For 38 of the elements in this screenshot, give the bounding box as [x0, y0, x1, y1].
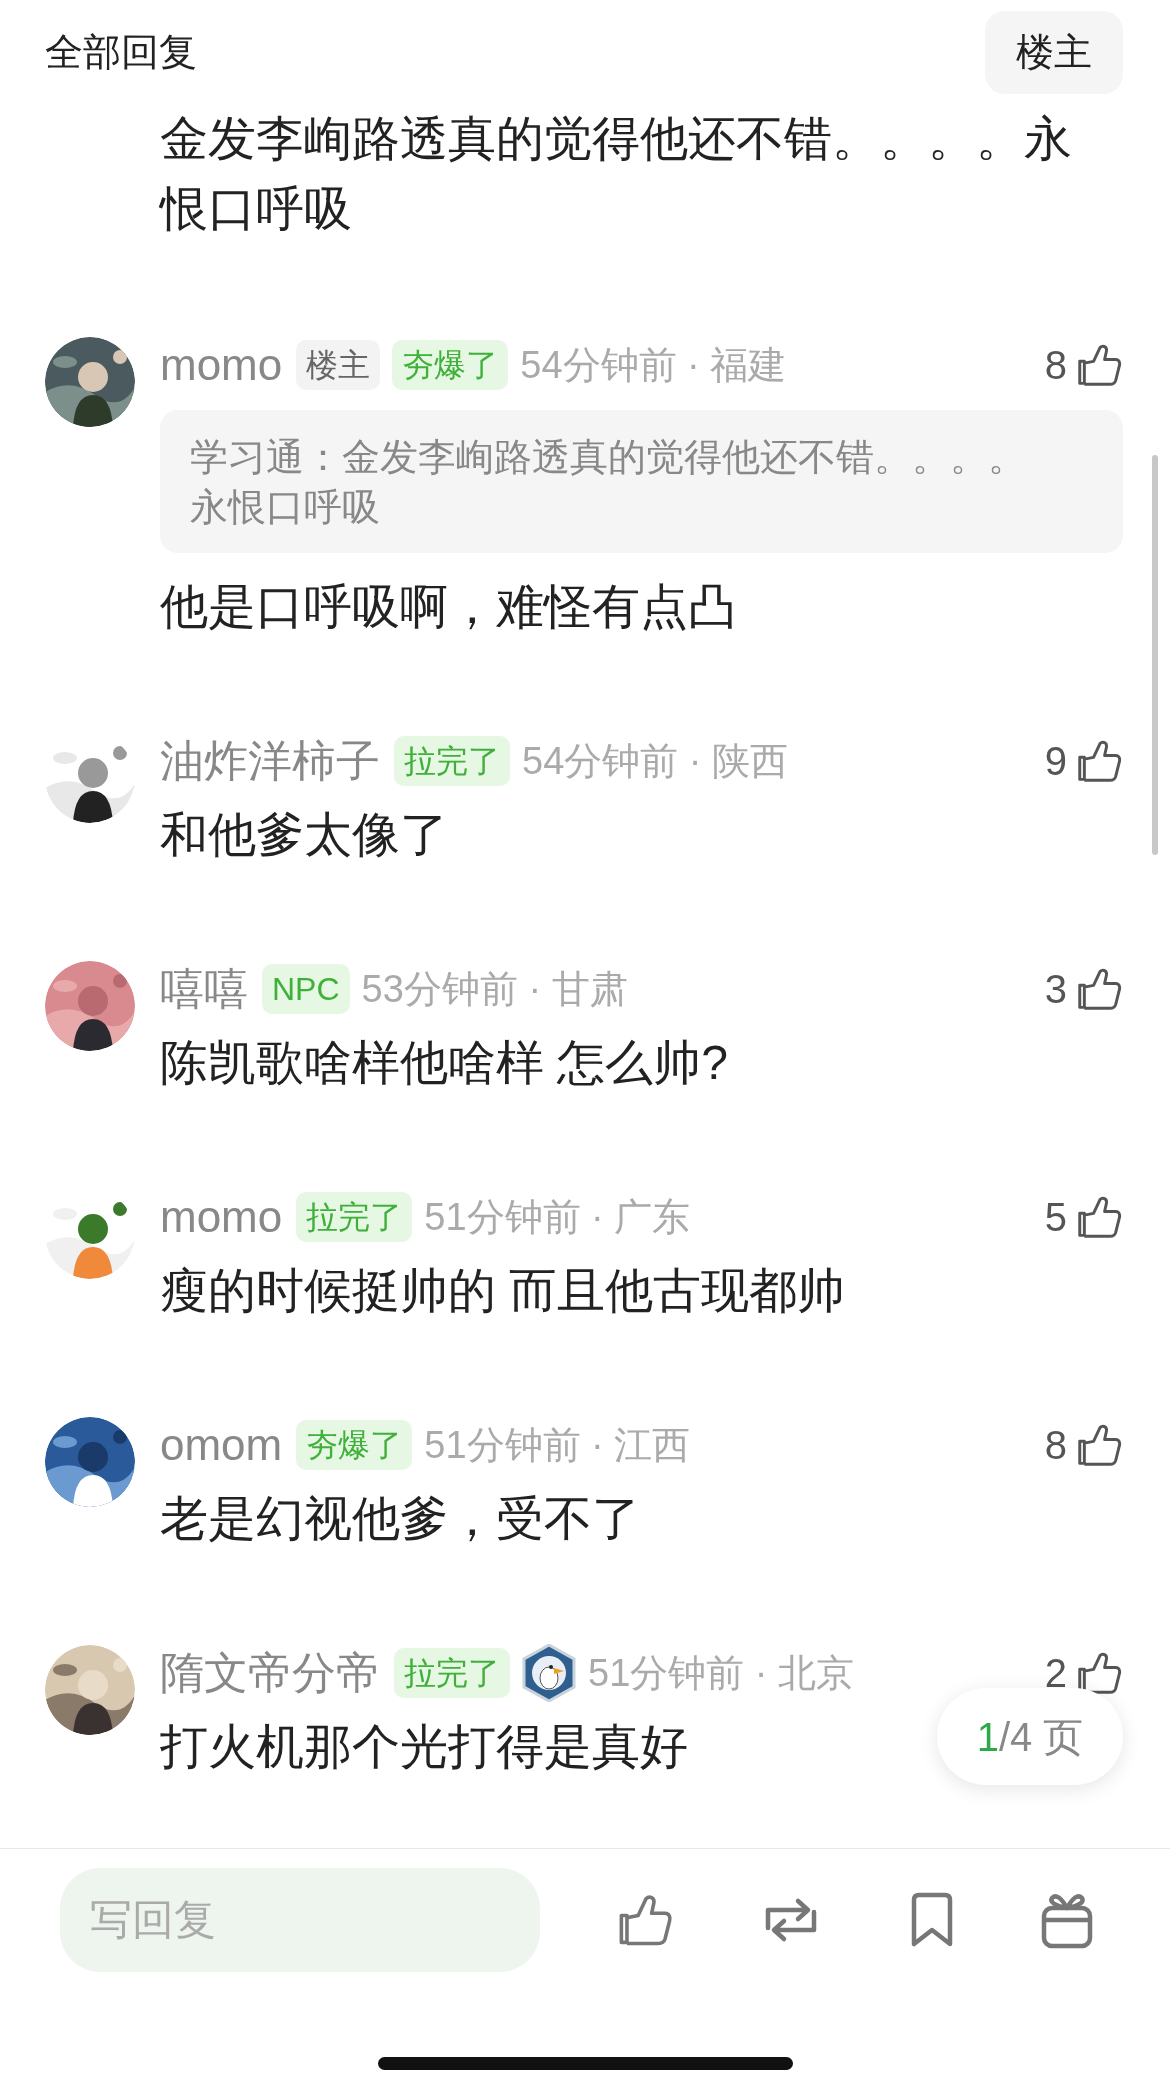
page-title: 全部回复	[45, 29, 197, 75]
comment-text: 陈凯歌啥样他啥样 怎么帅?	[160, 1035, 729, 1091]
like-count: 3	[1044, 966, 1067, 1013]
level-badge: NPC	[262, 964, 350, 1014]
timestamp-location: 53分钟前 · 甘肃	[361, 966, 628, 1012]
level-badge: 夯爆了	[296, 1420, 413, 1470]
level-badge: 拉完了	[296, 1192, 413, 1242]
timestamp-location: 51分钟前 · 广东	[424, 1194, 691, 1240]
username[interactable]: 油炸洋柿子	[160, 728, 380, 794]
comment-text: 和他爹太像了	[160, 807, 448, 863]
level-badge: 夯爆了	[392, 340, 509, 390]
reply-input-field[interactable]: 写回复	[60, 1868, 540, 1972]
comment-text: 他是口呼吸啊，难怪有点凸	[160, 579, 736, 635]
username[interactable]: momo	[160, 1184, 283, 1250]
like-count: 9	[1044, 738, 1067, 785]
level-badge: 拉完了	[394, 1648, 510, 1698]
comment-text: 瘦的时候挺帅的 而且他古现都帅	[160, 1263, 846, 1319]
thumbs-up-icon[interactable]	[618, 1892, 674, 1948]
timestamp-location: 54分钟前 · 福建	[520, 342, 787, 388]
timestamp-location: 54分钟前 · 陕西	[522, 738, 789, 784]
scrollbar[interactable]	[1152, 455, 1158, 855]
username[interactable]: momo	[160, 332, 283, 398]
username[interactable]: omom	[160, 1412, 283, 1478]
timestamp-location: 51分钟前 · 北京	[588, 1650, 855, 1696]
timestamp-location: 51分钟前 · 江西	[424, 1422, 691, 1468]
quoted-comment: 学习通：金发李峋路透真的觉得他还不错。。。。永恨口呼吸	[160, 410, 1123, 553]
op-filter-button[interactable]: 楼主	[985, 10, 1123, 94]
page-indicator[interactable]: 1/4 页	[937, 1688, 1123, 1785]
comment-text: 打火机那个光打得是真好	[160, 1719, 688, 1775]
comment-text: 老是幻视他爹，受不了	[160, 1491, 640, 1547]
like-count: 5	[1044, 1194, 1067, 1241]
comment-text: 金发李峋路透真的觉得他还不错。。。。永恨口呼吸	[158, 111, 1073, 237]
username[interactable]: 隋文帝分帝	[160, 1640, 380, 1706]
like-count: 8	[1044, 1422, 1067, 1469]
like-count: 8	[1044, 342, 1067, 389]
level-badge: 拉完了	[394, 736, 510, 786]
op-badge: 楼主	[296, 340, 381, 390]
username[interactable]: 嘻嘻	[160, 956, 248, 1022]
